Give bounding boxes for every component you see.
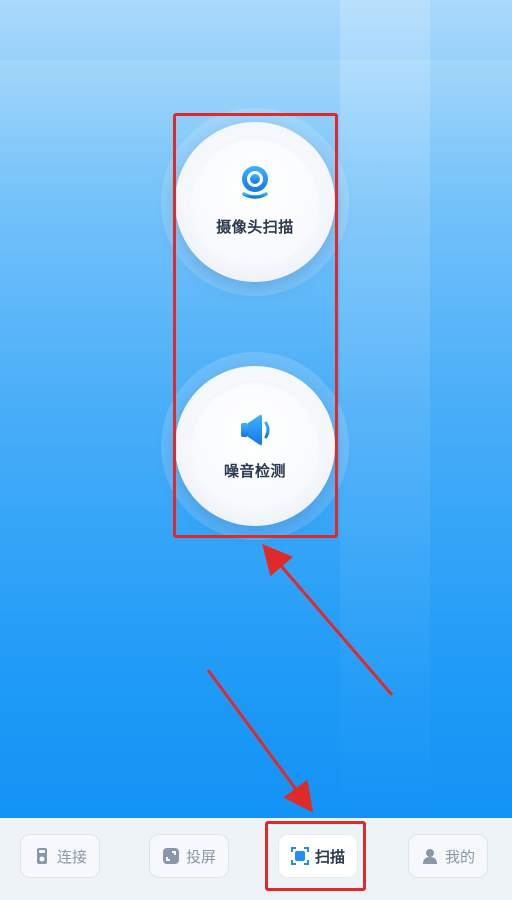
arrow-to-options (262, 543, 394, 696)
annotation-arrows (206, 543, 394, 813)
arrow-to-scan-tab (206, 669, 314, 813)
